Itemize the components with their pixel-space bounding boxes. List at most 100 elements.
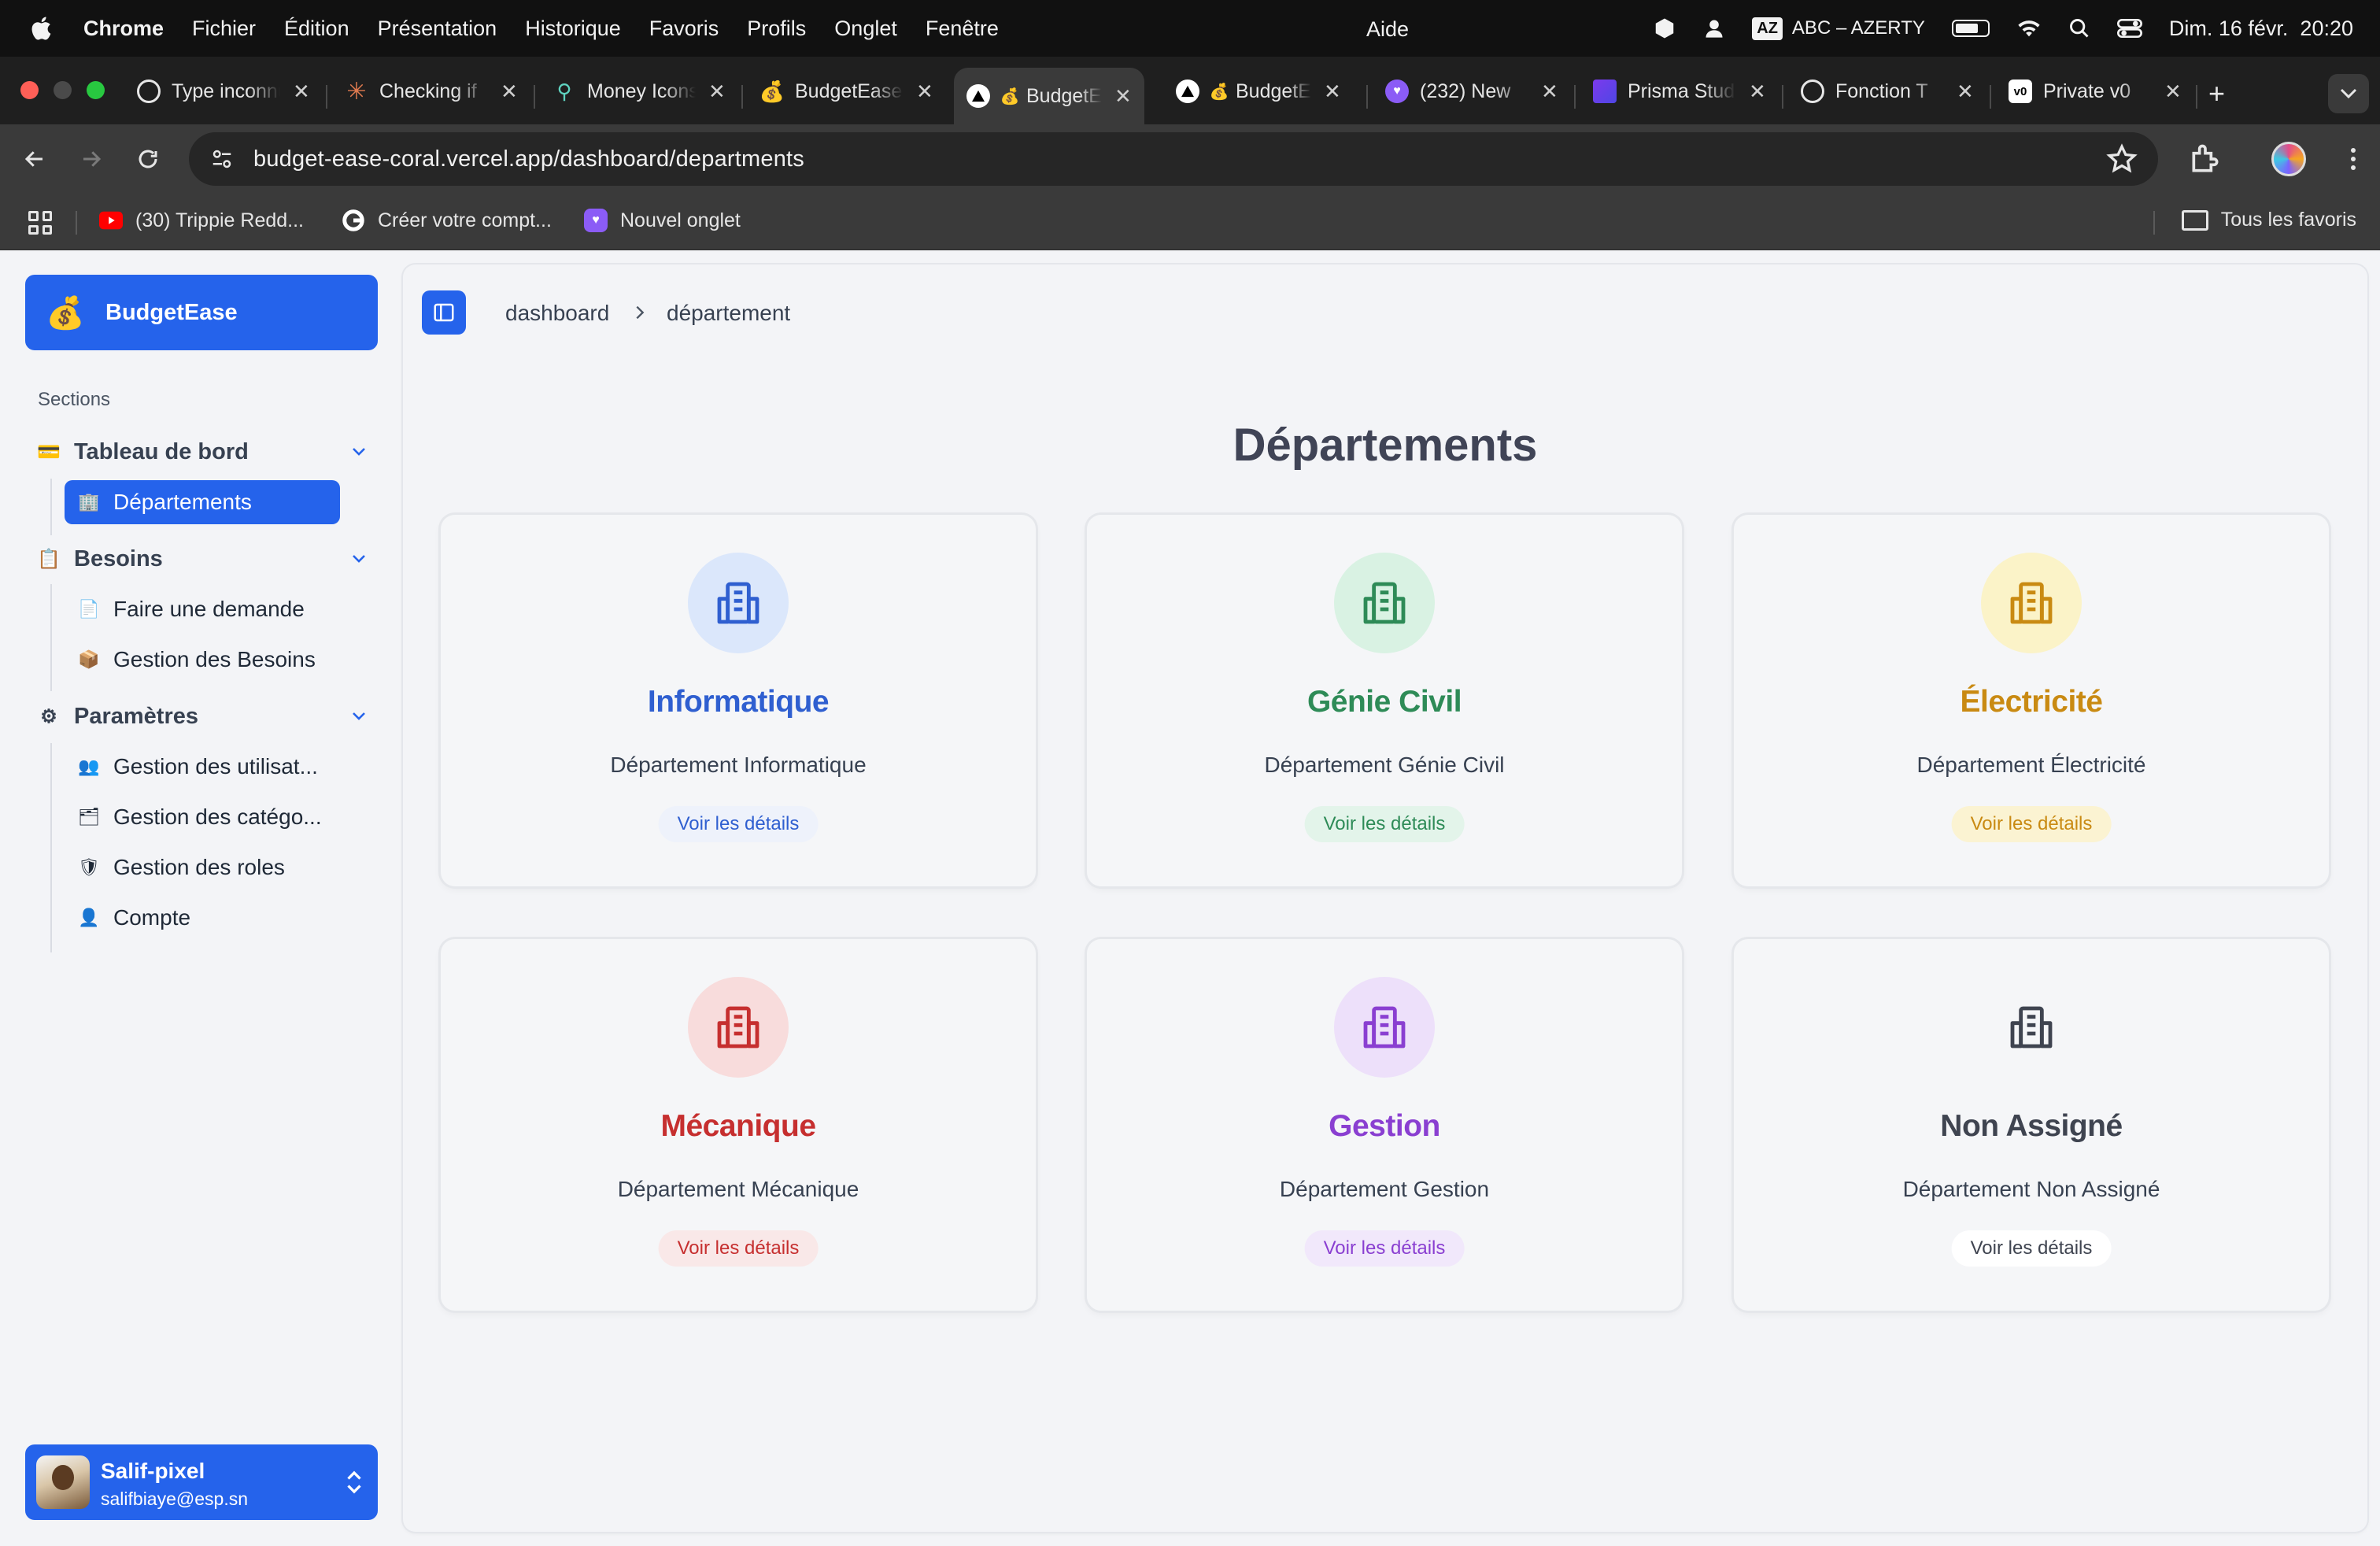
view-details-link[interactable]: Voir les détails [1304,1230,1465,1267]
tab-close-icon[interactable]: ✕ [293,80,310,104]
department-card[interactable]: Gestion Département Gestion Voir les détai… [1087,939,1682,1311]
tab-checking[interactable]: ✳ Checking if ✕ [332,68,530,115]
view-details-link[interactable]: Voir les détails [1951,1230,2112,1267]
menu-presentation[interactable]: Présentation [378,17,497,41]
view-details-link[interactable]: Voir les détails [1951,806,2112,842]
extensions-puzzle-icon[interactable] [2188,142,2223,176]
menu-fenetre[interactable]: Fenêtre [926,17,999,41]
bookmark-trippie-redd[interactable]: (30) Trippie Redd... [99,209,304,232]
user-icon[interactable] [1703,17,1725,39]
menu-historique[interactable]: Historique [525,17,621,41]
profile-avatar-icon[interactable] [2271,142,2306,176]
tab-prisma-studio[interactable]: Prisma Studio ✕ [1580,68,1779,115]
menu-profils[interactable]: Profils [747,17,806,41]
tab-money-icons[interactable]: ⚲ Money Icons ✕ [540,68,738,115]
nav-group-label: Tableau de bord [74,438,249,464]
clock[interactable]: Dim. 16 févr. 20:20 [2169,17,2353,41]
tab-close-icon[interactable]: ✕ [1324,80,1341,104]
site-settings-icon[interactable] [205,142,239,176]
tab-fonction[interactable]: Fonction T ✕ [1788,68,1986,115]
nav-group-tableau-de-bord[interactable]: 💳 Tableau de bord [36,431,376,472]
tab-close-icon[interactable]: ✕ [501,80,518,104]
keyboard-badge: AZ [1752,17,1783,40]
tab-close-icon[interactable]: ✕ [1957,80,1974,104]
view-details-link[interactable]: Voir les détails [658,806,819,842]
nav-group-besoins[interactable]: 📋 Besoins [36,538,376,579]
department-description: Département Mécanique [617,1177,859,1201]
building-icon [2010,582,2053,624]
department-card[interactable]: Non Assigné Département Non Assigné Voir l… [1734,939,2329,1311]
back-arrow-icon[interactable] [17,142,52,176]
tab-budgetease-2[interactable]: 💰 BudgetEase ✕ [1163,68,1354,115]
reload-icon[interactable] [131,142,165,176]
department-card[interactable]: Électricité Département Électricité Voir l… [1734,515,2329,886]
battery-icon[interactable] [1951,20,1990,37]
new-tab-plus-icon[interactable]: + [2208,77,2225,110]
sidebar-item-compte[interactable]: 👤 Compte [65,896,340,940]
department-card[interactable]: Informatique Département Informatique Voir… [441,515,1036,886]
tab-type-inconnu[interactable]: Type inconnu ✕ [124,68,323,115]
chevron-down-icon[interactable] [349,707,368,726]
chevron-down-icon[interactable] [349,549,368,568]
nav-group-parametres[interactable]: ⚙ Paramètres [36,696,376,737]
sidebar-item-gestion-categories[interactable]: 🗂 Gestion des catégo... [65,795,340,839]
bookmark-star-icon[interactable] [2106,143,2138,175]
sidebar-item-label: Compte [113,905,191,930]
url-text[interactable]: budget-ease-coral.vercel.app/dashboard/d… [253,146,804,172]
bookmarks-bar: (30) Trippie Redd... Créer votre compt..… [0,194,2380,250]
close-window-button[interactable] [20,81,39,99]
bookmark-label: Créer votre compt... [378,209,552,231]
nav-rail [50,584,52,691]
zoom-window-button[interactable] [87,81,105,99]
breadcrumb-dashboard[interactable]: dashboard [505,301,609,326]
menu-fichier[interactable]: Fichier [192,17,256,41]
minimize-window-button[interactable] [54,81,72,99]
tab-search-chevron-icon[interactable] [2328,74,2369,113]
sidebar-item-faire-une-demande[interactable]: 📄 Faire une demande [65,587,340,631]
tab-close-icon[interactable]: ✕ [708,80,726,104]
control-center-icon[interactable] [2116,17,2142,39]
bookmark-creer-compte[interactable]: Créer votre compt... [342,209,552,232]
brand-button[interactable]: 💰 BudgetEase [25,275,378,350]
view-details-link[interactable]: Voir les détails [658,1230,819,1267]
bookmark-nouvel-onglet[interactable]: ♥ Nouvel onglet [584,209,741,232]
menu-edition[interactable]: Édition [284,17,349,41]
wifi-icon[interactable] [2016,18,2042,39]
department-icon-badge [688,553,789,653]
tab-close-icon[interactable]: ✕ [1749,80,1766,104]
menu-aide[interactable]: Aide [1366,17,1409,42]
chrome-menu-icon[interactable] [2336,142,2371,176]
tab-close-icon[interactable]: ✕ [916,80,933,104]
tab-232-new[interactable]: ♥ (232) New ✕ [1373,68,1571,115]
tab-close-icon[interactable]: ✕ [1114,84,1132,109]
tab-budgetease-1[interactable]: 💰 BudgetEase ✕ [748,68,946,115]
chevron-down-icon[interactable] [349,442,368,461]
building-icon [717,582,759,624]
tab-close-icon[interactable]: ✕ [2164,80,2182,104]
forward-arrow-icon[interactable] [74,142,109,176]
tab-private-v0[interactable]: v0 Private v0 ✕ [1996,68,2194,115]
all-bookmarks[interactable]: Tous les favoris [2181,209,2356,231]
tab-label: Fonction T [1835,80,1928,102]
menu-chrome[interactable]: Chrome [83,17,164,41]
department-card[interactable]: Mécanique Département Mécanique Voir les d… [441,939,1036,1311]
sidebar-item-departements[interactable]: 🏢 Départements [65,480,340,524]
sidebar-toggle-button[interactable] [422,290,466,335]
keyboard-layout[interactable]: AZ ABC – AZERTY [1752,17,1925,40]
department-card[interactable]: Génie Civil Département Génie Civil Voir l… [1087,515,1682,886]
apps-grid-icon[interactable] [28,211,52,235]
sidebar-item-gestion-besoins[interactable]: 📦 Gestion des Besoins [65,638,340,682]
cube-icon[interactable] [1653,17,1676,40]
money-bag-icon: 💰 [1000,87,1020,105]
sidebar-item-gestion-roles[interactable]: 🛡 Gestion des roles [65,845,340,890]
apple-icon[interactable] [28,14,57,43]
menu-favoris[interactable]: Favoris [649,17,719,41]
tab-budgetease-active[interactable]: 💰 BudgetEase ✕ [954,68,1144,124]
menu-onglet[interactable]: Onglet [834,17,897,41]
search-icon[interactable] [2068,17,2090,39]
user-menu-button[interactable]: Salif-pixel salifbiaye@esp.sn [25,1444,378,1520]
sidebar-item-gestion-utilisateurs[interactable]: 👥 Gestion des utilisat... [65,745,340,789]
address-bar[interactable]: budget-ease-coral.vercel.app/dashboard/d… [189,132,2158,186]
view-details-link[interactable]: Voir les détails [1304,806,1465,842]
tab-close-icon[interactable]: ✕ [1541,80,1558,104]
